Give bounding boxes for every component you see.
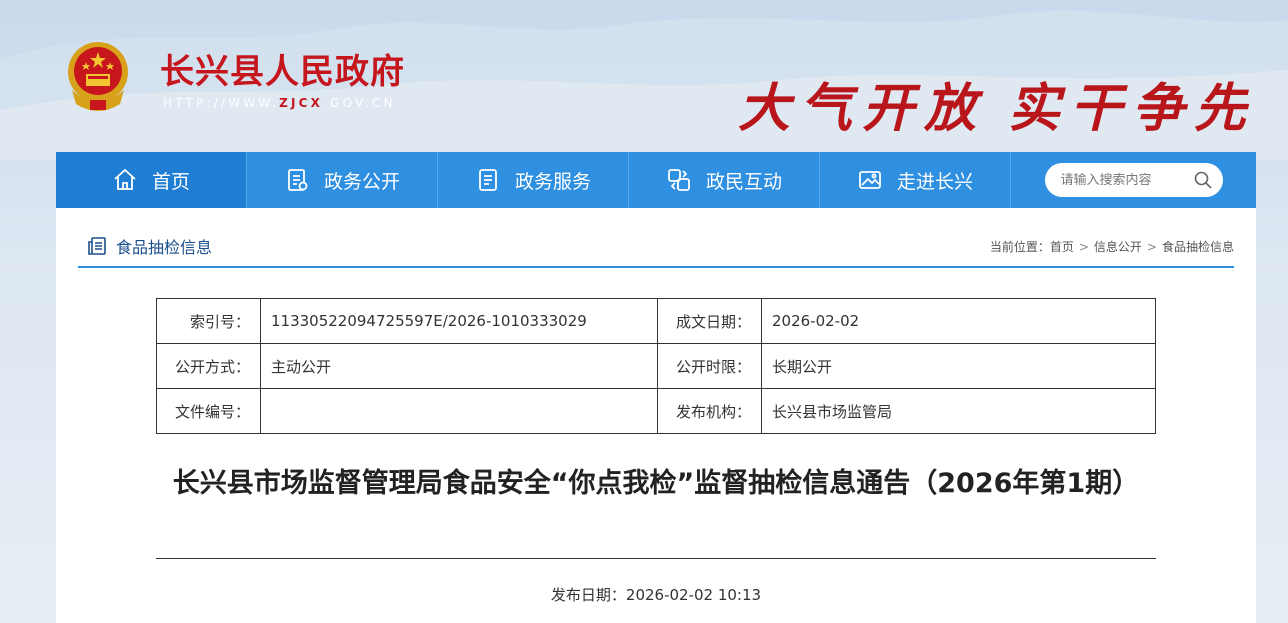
table-row: 文件编号： 发布机构： 长兴县市场监管局 [156,388,1156,434]
national-emblem-icon [68,42,128,111]
breadcrumb-separator: > [1078,240,1089,254]
search-box [1044,163,1223,197]
table-cell-key: 成文日期： [657,298,762,344]
section-title[interactable]: 食品抽检信息 [86,234,212,258]
breadcrumb-item[interactable]: 食品抽检信息 [1162,240,1234,254]
table-row: 索引号： 11330522094725597E/2026-1010333029 … [156,298,1156,344]
service-icon [479,169,497,191]
nav-label: 走进长兴 [896,170,973,193]
table-cell-value: 11330522094725597E/2026-1010333029 [260,298,658,344]
table-row: 公开方式： 主动公开 公开时限： 长期公开 [156,343,1156,389]
site-url: HTTP://WWW.ZJCX.GOV.CN [163,96,396,110]
title-divider [156,558,1156,559]
nav-item-interaction[interactable]: 政民互动 [629,152,820,208]
publish-date: 发布日期：2026-02-02 10:13 [550,586,762,604]
article-title: 长兴县市场监督管理局食品安全“你点我检”监督抽检信息通告（2026年第1期） [172,468,1140,499]
nav-item-explore[interactable]: 走进长兴 [820,152,1011,208]
news-list-icon [88,237,106,255]
table-cell-value: 长期公开 [761,343,1156,389]
breadcrumb-item[interactable]: 信息公开 [1094,240,1142,254]
document-metadata-table: 索引号： 11330522094725597E/2026-1010333029 … [156,298,1156,434]
site-url-highlight: ZJCX [279,96,324,110]
nav-label: 政务服务 [514,170,591,193]
document-icon [288,169,308,191]
breadcrumb-item[interactable]: 当前位置：首页 [990,240,1074,254]
table-cell-key: 索引号： [156,298,261,344]
site-url-prefix: HTTP://WWW. [163,96,280,110]
table-cell-value [260,388,658,434]
table-cell-key: 公开时限： [657,343,762,389]
nav-label: 首页 [151,170,190,193]
slogan: 大气开放 实干争先 [738,66,1256,141]
home-icon [114,168,136,190]
section-header: 食品抽检信息 当前位置：首页 > 信息公开 > 食品抽检信息 [78,228,1234,268]
slogan-part1: 大气开放 [737,78,986,139]
site-title[interactable]: 长兴县人民政府 [160,44,405,93]
main-nav: 首页 政务公开 政务服务 政民互动 走进长兴 [56,152,1256,208]
site-header: 长兴县人民政府 HTTP://WWW.ZJCX.GOV.CN 大气开放 实干争先 [0,0,1288,152]
breadcrumb-separator: > [1146,240,1157,254]
nav-label: 政务公开 [323,170,400,193]
main-content: 食品抽检信息 当前位置：首页 > 信息公开 > 食品抽检信息 索引号： 11330522… [56,208,1256,623]
table-cell-value: 长兴县市场监管局 [761,388,1156,434]
nav-label: 政民互动 [705,170,782,193]
table-cell-value: 主动公开 [260,343,658,389]
slogan-part2: 实干争先 [1007,78,1256,139]
table-cell-key: 文件编号： [156,388,261,434]
table-cell-key: 发布机构： [657,388,762,434]
image-icon [859,171,881,189]
breadcrumb: 当前位置：首页 > 信息公开 > 食品抽检信息 [990,238,1234,255]
section-title-text: 食品抽检信息 [116,238,213,257]
nav-item-home[interactable]: 首页 [56,152,247,208]
search-icon[interactable] [1193,170,1213,190]
search-area [1011,152,1256,208]
table-cell-key: 公开方式： [156,343,261,389]
nav-item-gov-services[interactable]: 政务服务 [438,152,629,208]
site-url-suffix: .GOV.CN [323,96,396,110]
nav-item-gov-affairs[interactable]: 政务公开 [247,152,438,208]
search-input[interactable] [1060,172,1181,188]
interaction-icon [668,169,690,191]
table-cell-value: 2026-02-02 [761,298,1156,344]
